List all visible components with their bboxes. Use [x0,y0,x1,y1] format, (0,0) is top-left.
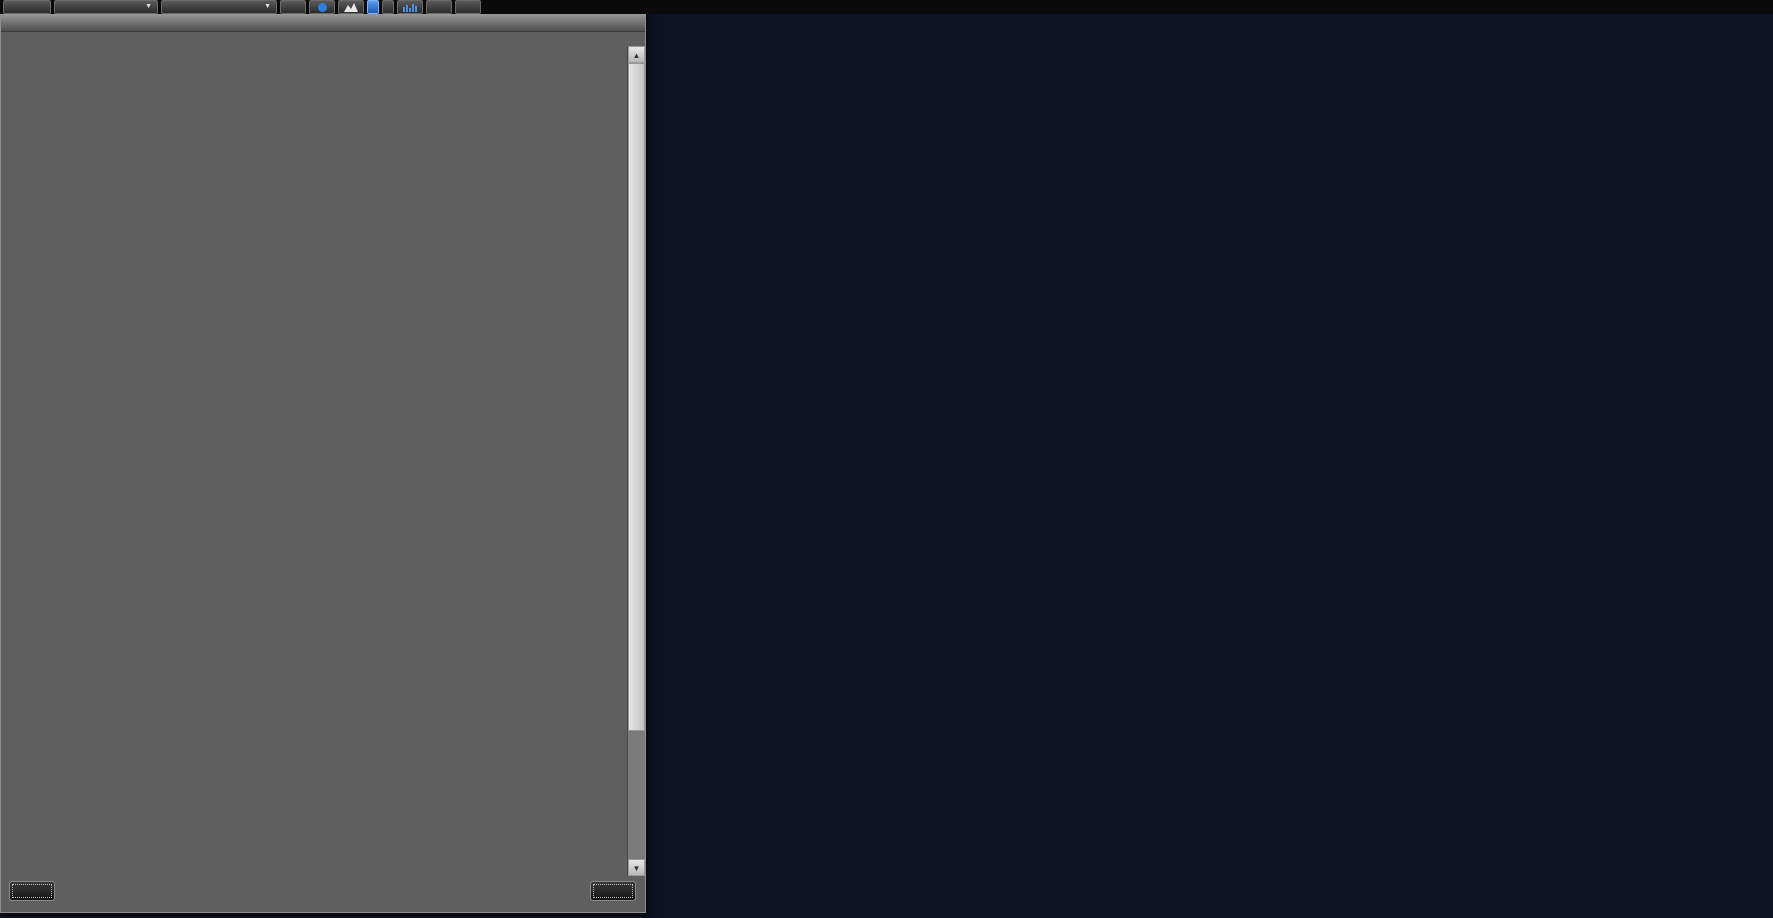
toolbar: ▼ ▼ [0,0,1773,14]
timeframe-selector[interactable]: ▼ [54,0,158,14]
scrollbar-track[interactable] [628,731,645,859]
chart-canvas[interactable] [640,13,1773,913]
news-header [1,32,645,44]
news-body [7,46,625,876]
bar-chart-icon [403,3,417,12]
scroll-down-icon[interactable]: ▼ [628,859,645,876]
zoom-out-button[interactable] [426,0,452,14]
news-window-titlebar[interactable] [1,14,645,31]
chevron-down-icon: ▼ [145,2,152,12]
chart-area[interactable] [640,13,1773,913]
bid-button[interactable] [367,0,379,14]
new-button[interactable] [590,881,636,901]
news-footer [1,876,645,912]
scroll-up-icon[interactable]: ▲ [628,46,645,63]
mountain-icon [344,3,358,12]
pair-selector[interactable] [3,0,51,14]
news-content: ▲ ▼ [1,31,645,912]
ask-button[interactable] [382,0,394,14]
old-button[interactable] [9,881,55,901]
chevron-down-icon: ▼ [264,2,271,12]
news-window: ▲ ▼ [0,13,646,913]
volume-chart-button[interactable] [397,0,423,14]
chart-type-button[interactable] [338,0,364,14]
scrollbar-thumb[interactable] [628,63,645,731]
info-button[interactable] [309,0,335,14]
technical-selector[interactable]: ▼ [161,0,277,14]
news-scrollbar[interactable]: ▲ ▼ [627,46,645,876]
info-icon [318,3,327,12]
zoom-in-button[interactable] [455,0,481,14]
draw-button[interactable] [280,0,306,14]
